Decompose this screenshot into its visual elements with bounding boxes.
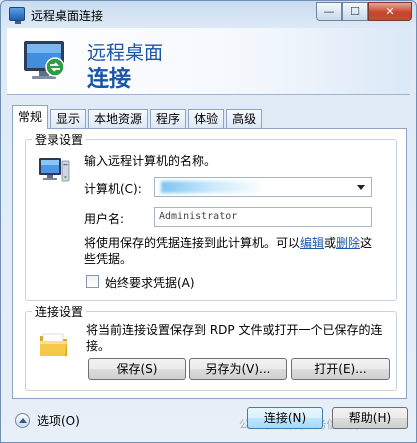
username-field[interactable]: Administrator	[154, 207, 372, 227]
computer-combobox[interactable]	[154, 177, 372, 197]
close-button[interactable]: ✕	[368, 2, 412, 21]
options-toggle[interactable]: 选项(O)	[15, 411, 80, 429]
tab-general[interactable]: 常规	[12, 105, 49, 129]
credentials-help-text: 将使用保存的凭据连接到此计算机。可以编辑或删除这些凭据。	[84, 235, 384, 267]
connection-description: 将当前连接设置保存到 RDP 文件或打开一个已保存的连接。	[86, 323, 383, 353]
title-bar[interactable]: 远程桌面连接 — ☐ ✕	[1, 1, 416, 29]
banner-title-line2: 连接	[87, 67, 132, 92]
general-tab-panel: 登录设置 输入远程计算机的名称。 计算机(C): 用户名: Administra…	[12, 128, 407, 399]
open-button[interactable]: 打开(E)...	[291, 358, 390, 380]
monitor-connection-icon	[24, 41, 65, 79]
computer-value-redacted	[161, 181, 265, 193]
connection-settings-legend: 连接设置	[32, 303, 87, 320]
header-banner: 远程桌面 连接	[7, 28, 410, 95]
edit-credentials-link[interactable]: 编辑	[300, 236, 324, 250]
login-settings-group: 登录设置 输入远程计算机的名称。 计算机(C): 用户名: Administra…	[25, 131, 397, 301]
connect-button[interactable]: 连接(N)	[247, 407, 323, 429]
always-ask-label[interactable]: 始终要求凭据(A)	[105, 274, 195, 291]
remote-desktop-icon	[9, 7, 25, 24]
computer-label: 计算机(C):	[84, 182, 142, 196]
connection-settings-group: 连接设置 将当前连接设置保存到 RDP 文件或打开一个已保存的连接。 保存(S)…	[25, 303, 397, 391]
minimize-button[interactable]: —	[316, 2, 342, 21]
login-settings-legend: 登录设置	[32, 131, 87, 148]
tab-programs[interactable]: 程序	[150, 109, 187, 129]
computer-icon	[39, 158, 70, 182]
tab-local-resources[interactable]: 本地资源	[88, 109, 149, 129]
chevron-down-icon[interactable]	[357, 185, 365, 190]
chevron-up-icon[interactable]	[15, 412, 30, 428]
remote-desktop-window: 远程桌面连接 — ☐ ✕ 远程桌面 连接 常规 显示 本地资源 程序 体验 高级…	[0, 0, 417, 443]
window-title: 远程桌面连接	[31, 9, 104, 23]
tab-display[interactable]: 显示	[50, 109, 87, 129]
always-ask-checkbox[interactable]	[86, 275, 99, 288]
maximize-button[interactable]: ☐	[342, 2, 368, 21]
tab-strip: 常规 显示 本地资源 程序 体验 高级	[12, 105, 264, 129]
delete-credentials-link[interactable]: 删除	[336, 236, 360, 250]
folder-icon	[40, 333, 67, 356]
help-text-before: 将使用保存的凭据连接到此计算机。可以	[84, 236, 301, 250]
computer-name-prompt: 输入远程计算机的名称。	[84, 154, 217, 168]
save-as-button[interactable]: 另存为(V)...	[189, 358, 287, 380]
tab-advanced[interactable]: 高级	[226, 109, 263, 129]
options-label[interactable]: 选项(O)	[37, 412, 80, 429]
tab-experience[interactable]: 体验	[188, 109, 225, 129]
username-label: 用户名:	[84, 212, 125, 226]
save-button[interactable]: 保存(S)	[88, 358, 186, 380]
help-button[interactable]: 帮助(H)	[332, 407, 408, 429]
help-text-or: 或	[324, 236, 337, 250]
